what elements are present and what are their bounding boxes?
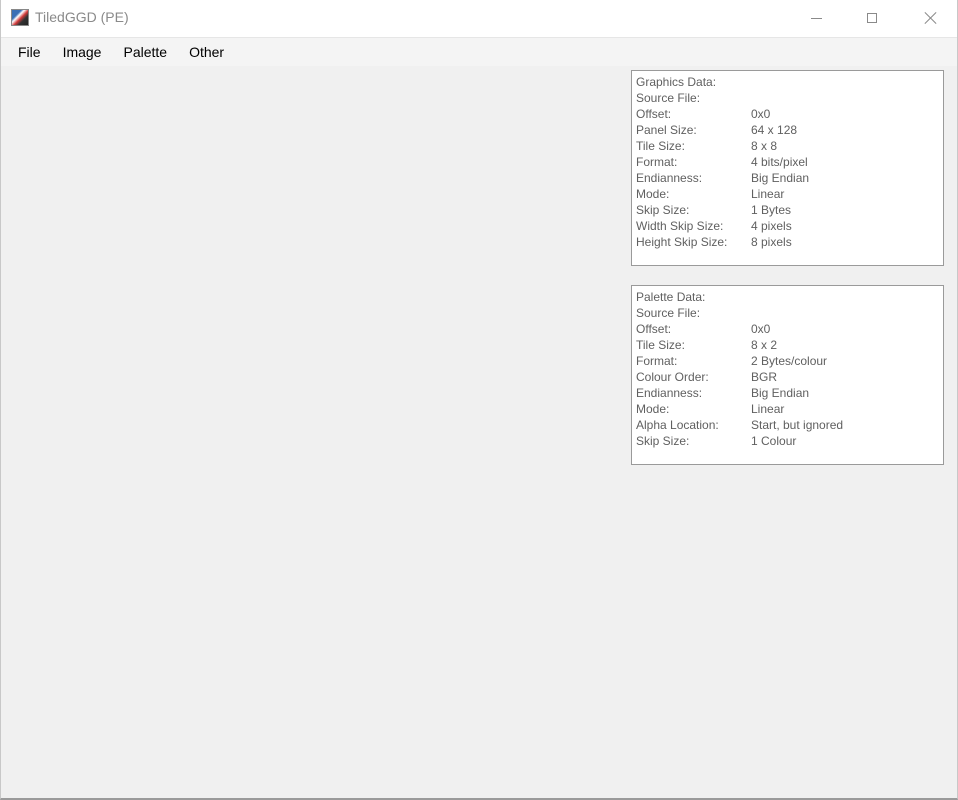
menu-other[interactable]: Other	[178, 38, 235, 66]
graphics-data-panel: Graphics Data: Source File: Offset: 0x0 P…	[631, 70, 944, 266]
info-value: 0x0	[751, 322, 771, 336]
info-value: Linear	[751, 402, 785, 416]
info-value: 1 Bytes	[751, 203, 792, 217]
info-value: 1 Colour	[751, 434, 797, 448]
info-row: Tile Size: 8 x 8	[636, 138, 943, 154]
info-value: 0x0	[751, 107, 771, 121]
info-value: 64 x 128	[751, 123, 798, 137]
maximize-icon	[867, 13, 877, 23]
palette-data-heading: Palette Data:	[636, 290, 706, 304]
info-row: Skip Size: 1 Bytes	[636, 202, 943, 218]
info-key: Mode:	[636, 187, 670, 201]
info-key: Tile Size:	[636, 338, 685, 352]
info-row: Colour Order: BGR	[636, 369, 943, 385]
info-key: Endianness:	[636, 171, 703, 185]
info-value: Linear	[751, 187, 785, 201]
app-icon	[11, 9, 29, 26]
minimize-icon	[810, 17, 822, 19]
info-key: Mode:	[636, 402, 670, 416]
info-value: BGR	[751, 370, 778, 384]
info-value: 8 x 2	[751, 338, 778, 352]
info-row: Panel Size: 64 x 128	[636, 122, 943, 138]
info-row: Mode: Linear	[636, 401, 943, 417]
maximize-button[interactable]	[849, 0, 895, 36]
info-row: Format: 4 bits/pixel	[636, 154, 943, 170]
info-key: Format:	[636, 155, 678, 169]
info-value: 8 x 8	[751, 139, 778, 153]
info-key: Endianness:	[636, 386, 703, 400]
graphics-data-heading: Graphics Data:	[636, 75, 717, 89]
info-row: Height Skip Size: 8 pixels	[636, 234, 943, 250]
info-key: Width Skip Size:	[636, 219, 724, 233]
info-row: Alpha Location: Start, but ignored	[636, 417, 943, 433]
info-row: Skip Size: 1 Colour	[636, 433, 943, 449]
window-title: TiledGGD (PE)	[35, 9, 129, 25]
info-value: 2 Bytes/colour	[751, 354, 828, 368]
info-row: Endianness: Big Endian	[636, 385, 943, 401]
info-key: Alpha Location:	[636, 418, 719, 432]
palette-data-panel: Palette Data: Source File: Offset: 0x0 Ti…	[631, 285, 944, 465]
info-row: Tile Size: 8 x 2	[636, 337, 943, 353]
title-bar[interactable]: TiledGGD (PE)	[1, 0, 957, 38]
menu-bar: File Image Palette Other	[1, 38, 957, 66]
info-key: Source File:	[636, 91, 701, 105]
menu-file[interactable]: File	[1, 38, 52, 66]
info-key: Source File:	[636, 306, 701, 320]
info-key: Offset:	[636, 107, 672, 121]
info-value: 4 pixels	[751, 219, 792, 233]
info-row: Source File:	[636, 305, 943, 321]
info-value: Big Endian	[751, 386, 810, 400]
info-row: Mode: Linear	[636, 186, 943, 202]
info-row: Offset: 0x0	[636, 106, 943, 122]
menu-palette[interactable]: Palette	[112, 38, 178, 66]
info-key: Colour Order:	[636, 370, 709, 384]
info-value: 8 pixels	[751, 235, 792, 249]
info-key: Height Skip Size:	[636, 235, 728, 249]
info-key: Panel Size:	[636, 123, 697, 137]
info-key: Tile Size:	[636, 139, 685, 153]
menu-image[interactable]: Image	[52, 38, 113, 66]
info-row: Endianness: Big Endian	[636, 170, 943, 186]
info-value: 4 bits/pixel	[751, 155, 808, 169]
close-button[interactable]	[907, 0, 953, 36]
info-value: Big Endian	[751, 171, 810, 185]
minimize-button[interactable]	[793, 0, 839, 36]
app-window: TiledGGD (PE) File Image Palette Other G…	[0, 0, 958, 800]
info-key: Format:	[636, 354, 678, 368]
info-key: Skip Size:	[636, 203, 690, 217]
info-key: Offset:	[636, 322, 672, 336]
info-row: Source File:	[636, 90, 943, 106]
info-value: Start, but ignored	[751, 418, 844, 432]
close-icon	[924, 12, 936, 24]
info-row: Offset: 0x0	[636, 321, 943, 337]
info-key: Skip Size:	[636, 434, 690, 448]
info-row: Format: 2 Bytes/colour	[636, 353, 943, 369]
info-row: Width Skip Size: 4 pixels	[636, 218, 943, 234]
